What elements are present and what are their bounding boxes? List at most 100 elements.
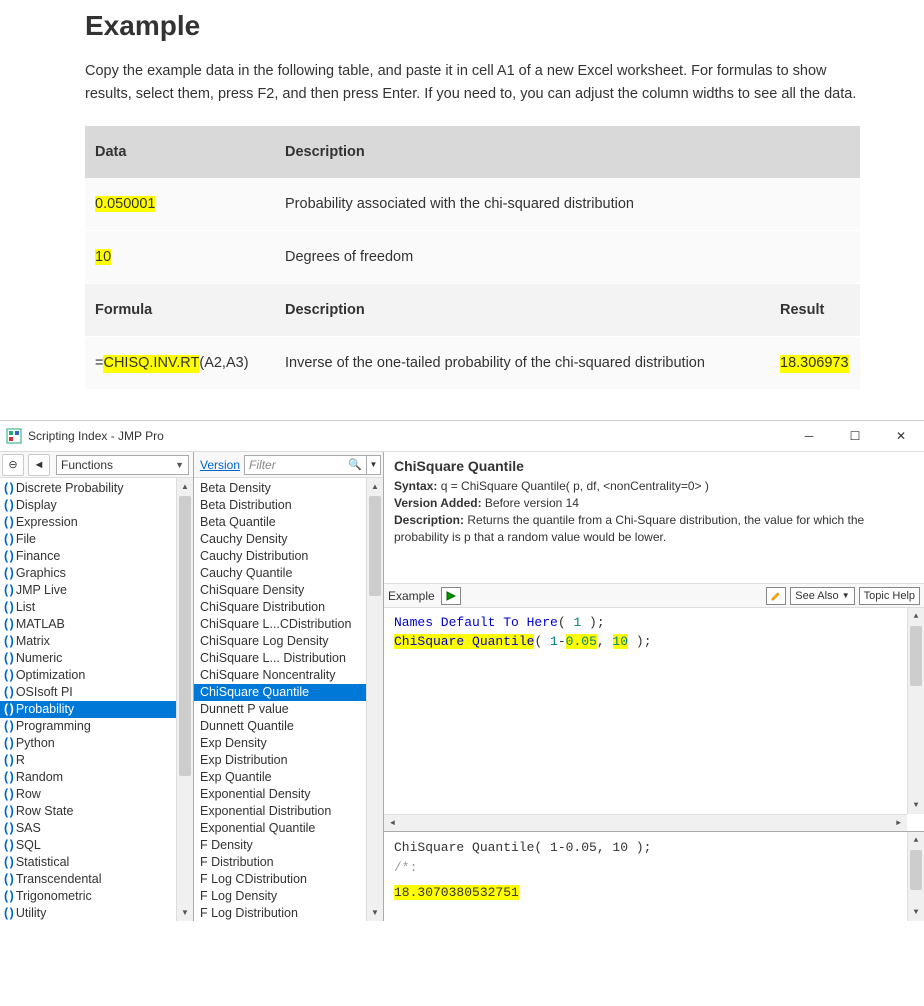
detail-header: ChiSquare Quantile Syntax: q = ChiSquare… [384, 452, 924, 584]
titlebar[interactable]: Scripting Index - JMP Pro ─ ☐ ✕ [0, 421, 924, 451]
category-item[interactable]: ( )File [0, 531, 193, 548]
category-item[interactable]: ( )SAS [0, 820, 193, 837]
function-item[interactable]: Exp Density [194, 735, 366, 752]
function-item[interactable]: Beta Density [194, 480, 366, 497]
table-row: 10 Degrees of freedom [85, 231, 860, 284]
edit-button[interactable] [766, 587, 786, 605]
function-item[interactable]: ChiSquare Distribution [194, 599, 366, 616]
search-icon: 🔍 [348, 458, 362, 471]
see-also-dropdown[interactable]: See Also ▼ [790, 587, 854, 605]
category-item[interactable]: ( )Programming [0, 718, 193, 735]
filter-dropdown[interactable]: ▼ [367, 455, 381, 475]
category-item[interactable]: ( )Graphics [0, 565, 193, 582]
function-item[interactable]: F Distribution [194, 854, 366, 871]
code-editor[interactable]: Names Default To Here( 1 ); ChiSquare Qu… [384, 608, 924, 831]
category-item[interactable]: ( )Finance [0, 548, 193, 565]
category-item[interactable]: ( )Utility [0, 905, 193, 921]
output-log[interactable]: ChiSquare Quantile( 1-0.05, 10 ); /*: 18… [384, 831, 924, 921]
category-item[interactable]: ( )Statistical [0, 854, 193, 871]
function-item[interactable]: Beta Quantile [194, 514, 366, 531]
function-item[interactable]: Dunnett P value [194, 701, 366, 718]
category-item[interactable]: ( )Row [0, 786, 193, 803]
function-item[interactable]: Exponential Quantile [194, 820, 366, 837]
scrollbar[interactable]: ▲ ▼ [366, 478, 383, 921]
category-item[interactable]: ( )Transcendental [0, 871, 193, 888]
value-probability: 0.050001 [95, 196, 155, 212]
app-icon [6, 428, 22, 444]
scripting-index-window: Scripting Index - JMP Pro ─ ☐ ✕ ⊖ ◄ Func… [0, 420, 924, 921]
maximize-button[interactable]: ☐ [832, 421, 878, 451]
category-item[interactable]: ( )Discrete Probability [0, 480, 193, 497]
col-blank [770, 126, 860, 178]
function-name: ChiSquare Quantile [394, 458, 914, 474]
table-row: =CHISQ.INV.RT(A2,A3) Inverse of the one-… [85, 337, 860, 390]
chevron-down-icon: ▼ [175, 460, 184, 470]
function-item[interactable]: Cauchy Quantile [194, 565, 366, 582]
category-item[interactable]: ( )OSIsoft PI [0, 684, 193, 701]
output-comment: /*: [394, 858, 914, 878]
function-item[interactable]: F Log Density [194, 888, 366, 905]
version-link[interactable]: Version [200, 458, 240, 472]
category-item[interactable]: ( )Matrix [0, 633, 193, 650]
category-item[interactable]: ( )MATLAB [0, 616, 193, 633]
category-panel: ⊖ ◄ Functions ▼ ( )Discrete Probability(… [0, 452, 194, 921]
col-description2: Description [275, 284, 770, 337]
function-item[interactable]: Exponential Density [194, 786, 366, 803]
function-item[interactable]: ChiSquare Log Density [194, 633, 366, 650]
filter-input[interactable]: Filter 🔍 [244, 455, 367, 475]
topic-help-button[interactable]: Topic Help [859, 587, 920, 605]
function-item[interactable]: F Density [194, 837, 366, 854]
category-item[interactable]: ( )Probability [0, 701, 193, 718]
run-button[interactable] [441, 587, 461, 605]
scrollbar[interactable]: ▲ ▼ [907, 608, 924, 814]
function-item[interactable]: Exp Distribution [194, 752, 366, 769]
window-title: Scripting Index - JMP Pro [28, 429, 786, 443]
function-item[interactable]: ChiSquare Density [194, 582, 366, 599]
function-item[interactable]: F Log CDistribution [194, 871, 366, 888]
function-item[interactable]: ChiSquare L...CDistribution [194, 616, 366, 633]
doc-paragraph: Copy the example data in the following t… [85, 60, 860, 106]
example-table: Data Description 0.050001 Probability as… [85, 126, 860, 390]
category-item[interactable]: ( )Random [0, 769, 193, 786]
function-item[interactable]: ChiSquare Noncentrality [194, 667, 366, 684]
h-scrollbar[interactable]: ◄► [384, 814, 907, 831]
function-item[interactable]: Dunnett Quantile [194, 718, 366, 735]
function-item[interactable]: Cauchy Density [194, 531, 366, 548]
minimize-button[interactable]: ─ [786, 421, 832, 451]
col-description: Description [275, 126, 770, 178]
function-item[interactable]: Cauchy Distribution [194, 548, 366, 565]
value-df: 10 [95, 249, 111, 265]
category-item[interactable]: ( )Python [0, 735, 193, 752]
scrollbar[interactable]: ▲ ▼ [176, 478, 193, 921]
col-formula: Formula [85, 284, 275, 337]
category-item[interactable]: ( )Trigonometric [0, 888, 193, 905]
category-item[interactable]: ( )JMP Live [0, 582, 193, 599]
col-data: Data [85, 126, 275, 178]
back-button[interactable]: ◄ [28, 454, 50, 476]
function-item[interactable]: Beta Distribution [194, 497, 366, 514]
category-item[interactable]: ( )List [0, 599, 193, 616]
scrollbar[interactable]: ▲ ▼ [907, 832, 924, 921]
output-call: ChiSquare Quantile( 1-0.05, 10 ); [394, 838, 914, 858]
documentation-section: Example Copy the example data in the fol… [0, 0, 860, 390]
formula-cell: =CHISQ.INV.RT(A2,A3) [85, 337, 275, 390]
category-item[interactable]: ( )Numeric [0, 650, 193, 667]
scope-combo[interactable]: Functions ▼ [56, 455, 189, 475]
function-item[interactable]: Exp Quantile [194, 769, 366, 786]
category-item[interactable]: ( )Row State [0, 803, 193, 820]
category-item[interactable]: ( )SQL [0, 837, 193, 854]
category-item[interactable]: ( )R [0, 752, 193, 769]
function-list[interactable]: Beta DensityBeta DistributionBeta Quanti… [194, 478, 383, 921]
category-item[interactable]: ( )Optimization [0, 667, 193, 684]
category-list[interactable]: ( )Discrete Probability( )Display( )Expr… [0, 478, 193, 921]
function-item[interactable]: ChiSquare Quantile [194, 684, 366, 701]
function-item[interactable]: F Log Distribution [194, 905, 366, 921]
function-item[interactable]: ChiSquare L... Distribution [194, 650, 366, 667]
close-button[interactable]: ✕ [878, 421, 924, 451]
category-item[interactable]: ( )Expression [0, 514, 193, 531]
output-result: 18.3070380532751 [394, 885, 519, 900]
example-label: Example [388, 589, 435, 603]
category-item[interactable]: ( )Display [0, 497, 193, 514]
function-item[interactable]: Exponential Distribution [194, 803, 366, 820]
home-button[interactable]: ⊖ [2, 454, 24, 476]
